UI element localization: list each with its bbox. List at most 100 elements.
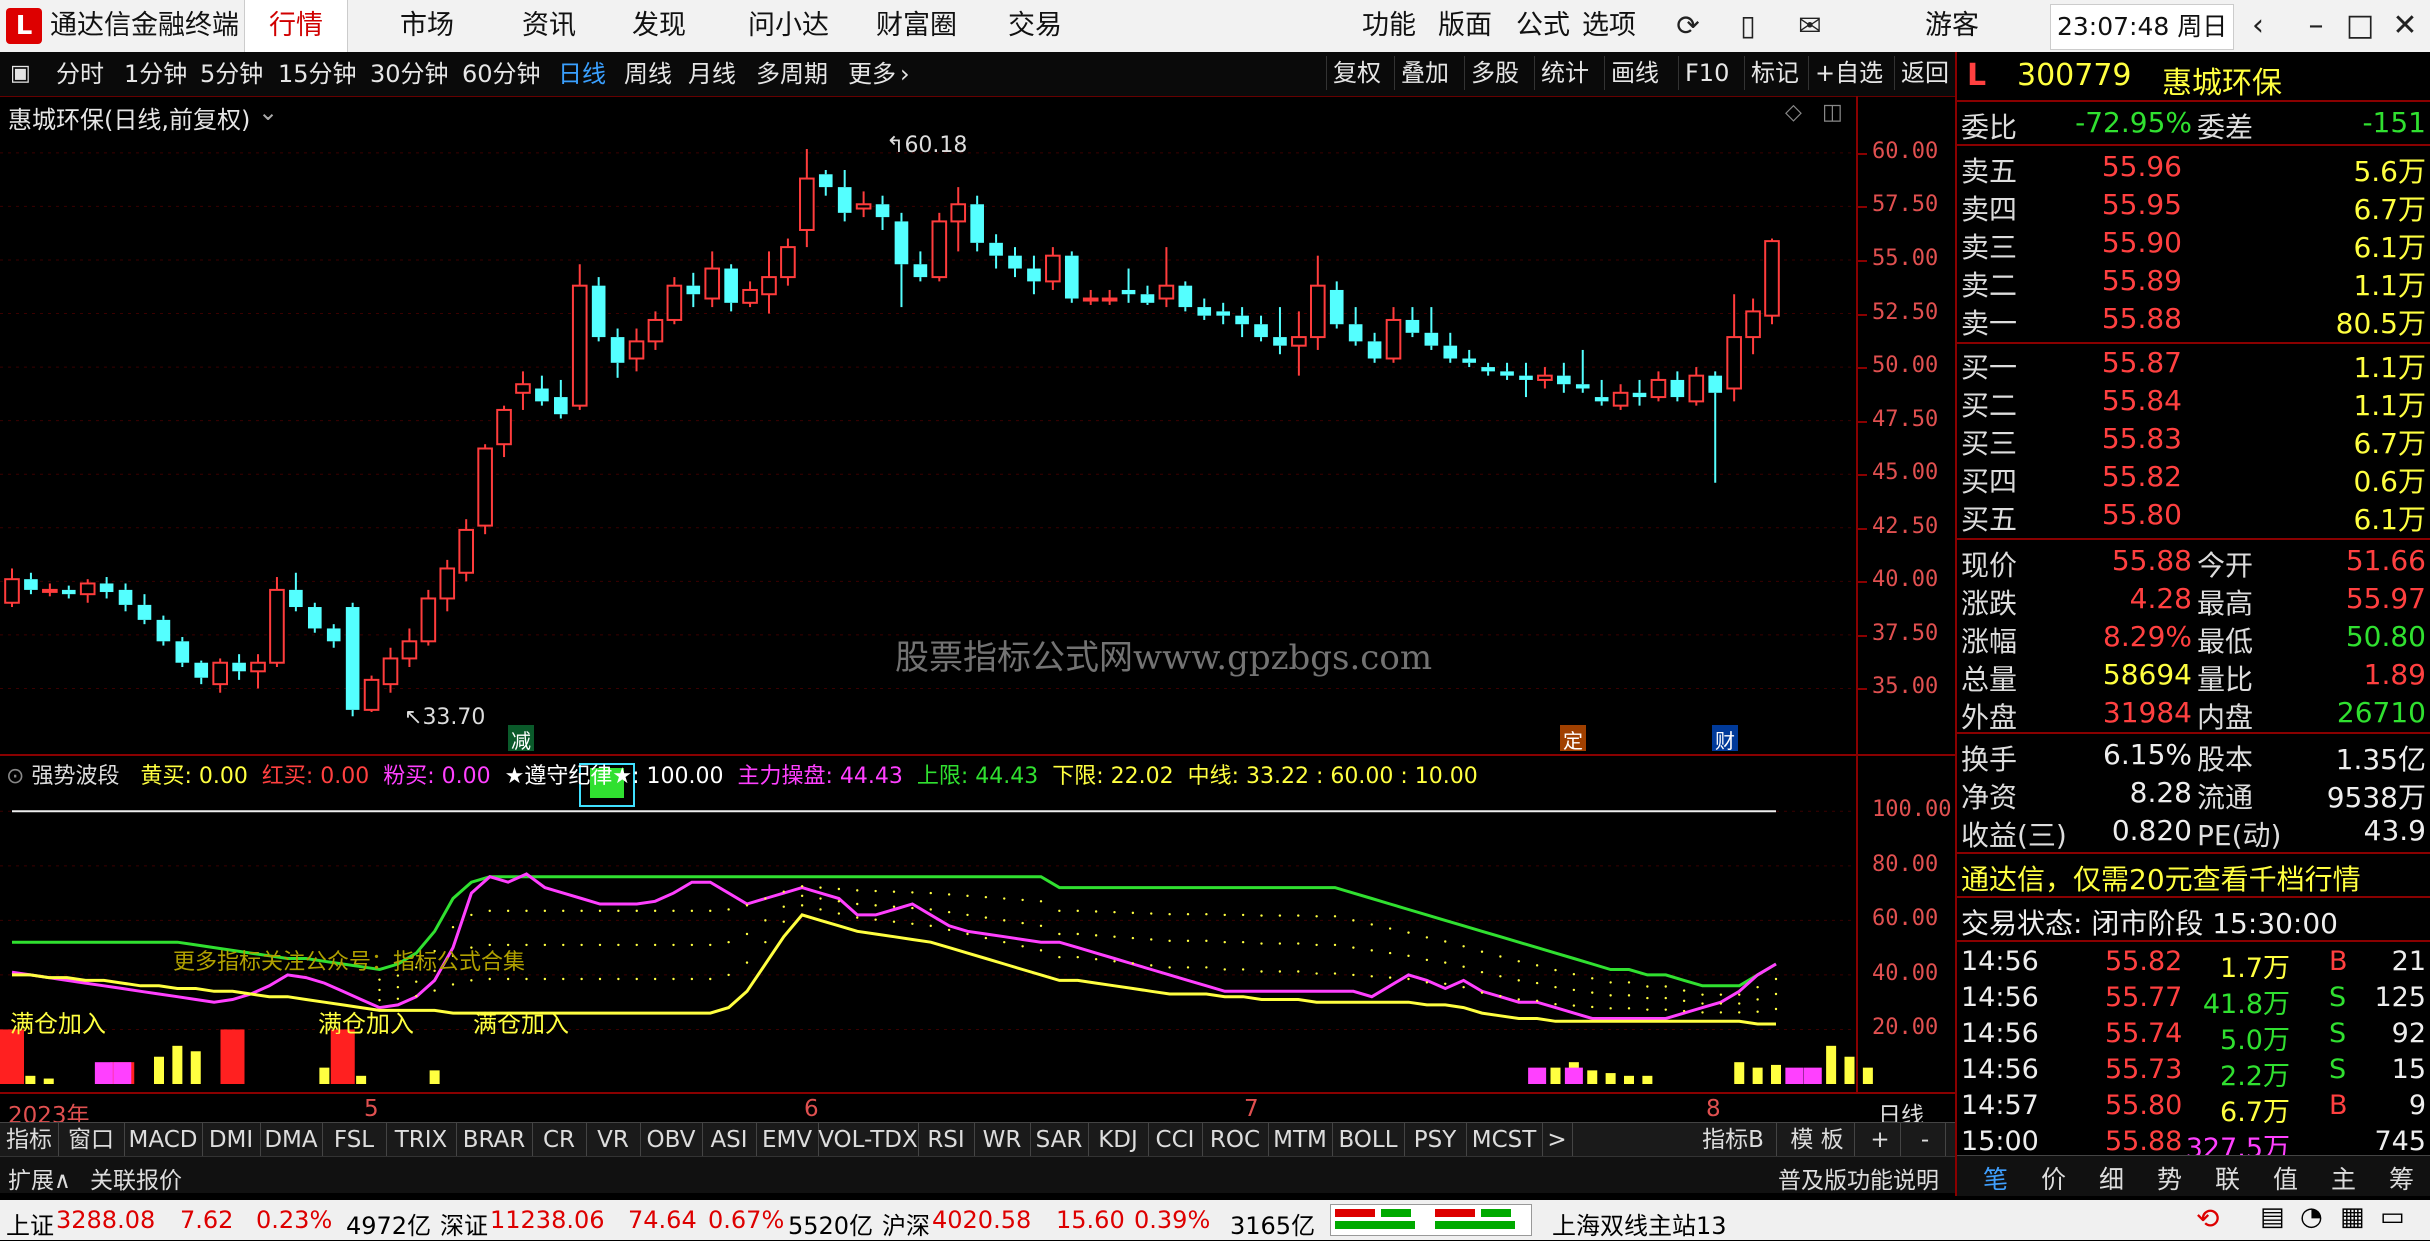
chevron-down-icon[interactable]: ⌄ — [258, 98, 278, 126]
indicator-tab-12[interactable]: ASI — [702, 1123, 757, 1157]
indicator-collapse-icon[interactable]: ⊙ — [6, 764, 24, 789]
indicator-tab-6[interactable]: FSL — [322, 1123, 387, 1157]
sh-index[interactable]: 3288.08 — [56, 1206, 155, 1234]
clock-icon[interactable]: ◔ — [2300, 1202, 2323, 1232]
toolbar-button-2[interactable]: 叠加 — [1394, 56, 1455, 90]
back-icon[interactable]: ‹ — [2238, 8, 2278, 44]
indicator-tab-22[interactable]: BOLL — [1332, 1123, 1405, 1157]
indicator-tab-9[interactable]: CR — [532, 1123, 587, 1157]
detail-tab-4[interactable]: 势 — [2157, 1160, 2182, 1196]
indicator-tab-18[interactable]: KDJ — [1088, 1123, 1149, 1157]
indicator-tab-8[interactable]: BRAR — [456, 1123, 533, 1157]
window-icon[interactable]: ◫ — [1822, 100, 1843, 125]
indicator-tab-19[interactable]: CCI — [1148, 1123, 1203, 1157]
mail-icon[interactable]: ✉ — [1790, 8, 1830, 44]
toolbar-button-8[interactable]: +自选 — [1808, 56, 1889, 90]
period-tab-9[interactable]: 月线 — [688, 52, 736, 96]
event-marker-ding[interactable]: 定 — [1560, 725, 1586, 753]
sync-icon[interactable]: ⟲ — [2196, 1202, 2219, 1235]
menu-6[interactable]: 财富圈 — [876, 0, 957, 52]
menu-right-2[interactable]: 版面 — [1438, 0, 1492, 52]
indicator-tab-11[interactable]: OBV — [640, 1123, 703, 1157]
indicator-tab-10[interactable]: VR — [586, 1123, 641, 1157]
indicator-tab-24[interactable]: MCST — [1466, 1123, 1543, 1157]
indicator-tab-4[interactable]: DMI — [202, 1123, 261, 1157]
period-tab-6[interactable]: 60分钟 — [462, 52, 541, 96]
indicator-tab-17[interactable]: SAR — [1030, 1123, 1089, 1157]
indicator-tab-right-1[interactable]: 指标B — [1690, 1123, 1777, 1157]
detail-tab-7[interactable]: 主 — [2331, 1160, 2356, 1196]
indicator-tab-2[interactable]: 窗口 — [58, 1123, 125, 1157]
window-icon[interactable]: ▭ — [2380, 1202, 2405, 1232]
buy-row[interactable]: 买一 55.87 1.1万 — [1957, 344, 2430, 384]
toolbar-button-7[interactable]: 标记 — [1744, 56, 1805, 90]
menu-4[interactable]: 发现 — [632, 0, 686, 52]
indicator-tab-13[interactable]: EMV — [756, 1123, 819, 1157]
user-label[interactable]: 游客 — [1925, 0, 1979, 52]
indicator-tab-20[interactable]: ROC — [1202, 1123, 1269, 1157]
server-name[interactable]: 上海双线主站13 — [1552, 1206, 1727, 1241]
indicator-tab-25[interactable]: > — [1542, 1123, 1573, 1157]
minimize-icon[interactable]: – — [2296, 8, 2336, 44]
menu-right-1[interactable]: 功能 — [1362, 0, 1416, 52]
toolbar-button-9[interactable]: 返回 — [1894, 56, 1955, 90]
period-tab-7[interactable]: 日线 — [558, 52, 606, 96]
panel-toggle-icon[interactable]: ▣ — [10, 52, 31, 96]
buy-row[interactable]: 买四 55.82 0.6万 — [1957, 458, 2430, 498]
sell-row[interactable]: 卖五 55.96 5.6万 — [1957, 148, 2430, 188]
buy-row[interactable]: 买二 55.84 1.1万 — [1957, 382, 2430, 422]
menu-right-4[interactable]: 选项 — [1582, 0, 1636, 52]
event-marker-jian[interactable]: 减 — [508, 725, 534, 753]
calc-icon[interactable]: ▤ — [2260, 1202, 2285, 1232]
detail-tab-6[interactable]: 值 — [2273, 1160, 2298, 1196]
mobile-icon[interactable]: ▯ — [1728, 8, 1768, 44]
period-tab-10[interactable]: 多周期 — [756, 52, 828, 96]
related-quote-button[interactable]: 关联报价 — [90, 1161, 182, 1195]
indicator-tab-3[interactable]: MACD — [124, 1123, 203, 1157]
refresh-icon[interactable]: ⟳ — [1668, 8, 1708, 44]
buy-row[interactable]: 买五 55.80 6.1万 — [1957, 496, 2430, 536]
menu-1[interactable]: 行情 — [244, 0, 348, 52]
close-icon[interactable]: ✕ — [2385, 8, 2425, 44]
maximize-icon[interactable]: □ — [2340, 8, 2380, 44]
detail-tab-5[interactable]: 联 — [2215, 1160, 2240, 1196]
indicator-tab-14[interactable]: VOL-TDX — [818, 1123, 919, 1157]
indicator-chart[interactable] — [0, 756, 1955, 1092]
detail-tab-2[interactable]: 价 — [2041, 1160, 2066, 1196]
indicator-tab-21[interactable]: MTM — [1268, 1123, 1333, 1157]
sell-row[interactable]: 卖二 55.89 1.1万 — [1957, 262, 2430, 302]
chevron-right-icon[interactable]: › — [900, 52, 910, 96]
indicator-tab-right-3[interactable]: + — [1860, 1123, 1901, 1157]
period-tab-4[interactable]: 15分钟 — [278, 52, 357, 96]
indicator-tab-right-4[interactable]: - — [1905, 1123, 1946, 1157]
indicator-tab-7[interactable]: TRIX — [386, 1123, 457, 1157]
period-tab-2[interactable]: 1分钟 — [124, 52, 187, 96]
period-tab-8[interactable]: 周线 — [624, 52, 672, 96]
toolbar-button-3[interactable]: 多股 — [1464, 56, 1525, 90]
indicator-name[interactable]: 强势波段 — [31, 764, 119, 789]
menu-right-3[interactable]: 公式 — [1516, 0, 1570, 52]
toolbar-button-1[interactable]: 复权 — [1326, 56, 1387, 90]
buy-row[interactable]: 买三 55.83 6.7万 — [1957, 420, 2430, 460]
detail-tab-3[interactable]: 细 — [2099, 1160, 2124, 1196]
sell-row[interactable]: 卖三 55.90 6.1万 — [1957, 224, 2430, 264]
menu-7[interactable]: 交易 — [1008, 0, 1062, 52]
toolbar-button-6[interactable]: F10 — [1678, 56, 1735, 90]
detail-tab-1[interactable]: 笔 — [1983, 1160, 2008, 1196]
indicator-tab-15[interactable]: RSI — [918, 1123, 975, 1157]
indicator-tab-16[interactable]: WR — [974, 1123, 1031, 1157]
sell-row[interactable]: 卖四 55.95 6.7万 — [1957, 186, 2430, 226]
indicator-tab-1[interactable]: 指标A — [0, 1123, 59, 1187]
period-tab-5[interactable]: 30分钟 — [370, 52, 449, 96]
period-tab-11[interactable]: 更多 — [848, 52, 896, 96]
expand-button[interactable]: 扩展∧ — [8, 1161, 71, 1195]
sell-row[interactable]: 卖一 55.88 80.5万 — [1957, 300, 2430, 340]
menu-5[interactable]: 问小达 — [748, 0, 829, 52]
indicator-tab-5[interactable]: DMA — [260, 1123, 323, 1157]
sz-index[interactable]: 11238.06 — [490, 1206, 605, 1234]
indicator-tab-23[interactable]: PSY — [1404, 1123, 1467, 1157]
promo-link[interactable]: 通达信，仅需20元查看千档行情 — [1961, 858, 2361, 898]
period-tab-1[interactable]: 分时 — [56, 52, 104, 96]
period-tab-3[interactable]: 5分钟 — [200, 52, 263, 96]
toolbar-button-5[interactable]: 画线 — [1604, 56, 1665, 90]
